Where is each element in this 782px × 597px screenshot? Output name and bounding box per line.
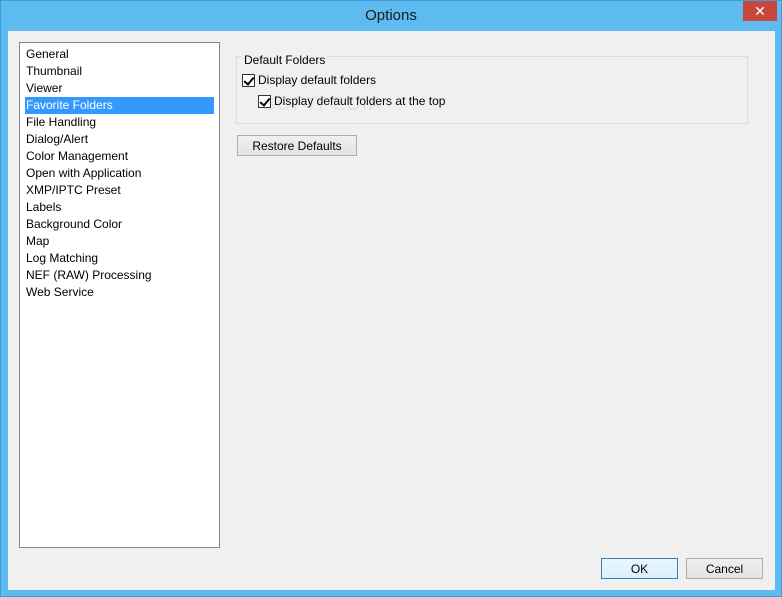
display-default-folders-checkbox[interactable] <box>242 73 255 87</box>
ok-button[interactable]: OK <box>601 558 678 579</box>
nav-item-dialog-alert[interactable]: Dialog/Alert <box>25 131 214 148</box>
display-at-top-row[interactable]: Display default folders at the top <box>258 94 445 108</box>
category-list[interactable]: General Thumbnail Viewer Favorite Folder… <box>19 42 220 548</box>
nav-item-file-handling[interactable]: File Handling <box>25 114 214 131</box>
nav-item-web-service[interactable]: Web Service <box>25 284 214 301</box>
dialog-body: General Thumbnail Viewer Favorite Folder… <box>8 31 775 590</box>
nav-item-color-management[interactable]: Color Management <box>25 148 214 165</box>
nav-item-thumbnail[interactable]: Thumbnail <box>25 63 214 80</box>
close-button[interactable]: ✕ <box>743 1 777 21</box>
close-icon: ✕ <box>754 3 766 19</box>
nav-item-general[interactable]: General <box>25 46 214 63</box>
display-default-folders-row[interactable]: Display default folders <box>242 73 376 87</box>
nav-item-favorite-folders[interactable]: Favorite Folders <box>25 97 214 114</box>
nav-item-nef-raw-processing[interactable]: NEF (RAW) Processing <box>25 267 214 284</box>
restore-defaults-button[interactable]: Restore Defaults <box>237 135 357 156</box>
nav-item-labels[interactable]: Labels <box>25 199 214 216</box>
nav-item-viewer[interactable]: Viewer <box>25 80 214 97</box>
options-window: Options ✕ General Thumbnail Viewer Favor… <box>0 0 782 597</box>
nav-item-open-with-application[interactable]: Open with Application <box>25 165 214 182</box>
nav-item-background-color[interactable]: Background Color <box>25 216 214 233</box>
cancel-button[interactable]: Cancel <box>686 558 763 579</box>
default-folders-group-label: Default Folders <box>242 53 328 67</box>
nav-item-log-matching[interactable]: Log Matching <box>25 250 214 267</box>
nav-item-xmp-iptc-preset[interactable]: XMP/IPTC Preset <box>25 182 214 199</box>
title-bar[interactable]: Options ✕ <box>1 1 781 31</box>
display-default-folders-label[interactable]: Display default folders <box>258 73 376 87</box>
window-title: Options <box>365 7 417 24</box>
display-at-top-label[interactable]: Display default folders at the top <box>274 94 445 108</box>
nav-item-map[interactable]: Map <box>25 233 214 250</box>
display-at-top-checkbox[interactable] <box>258 94 271 108</box>
